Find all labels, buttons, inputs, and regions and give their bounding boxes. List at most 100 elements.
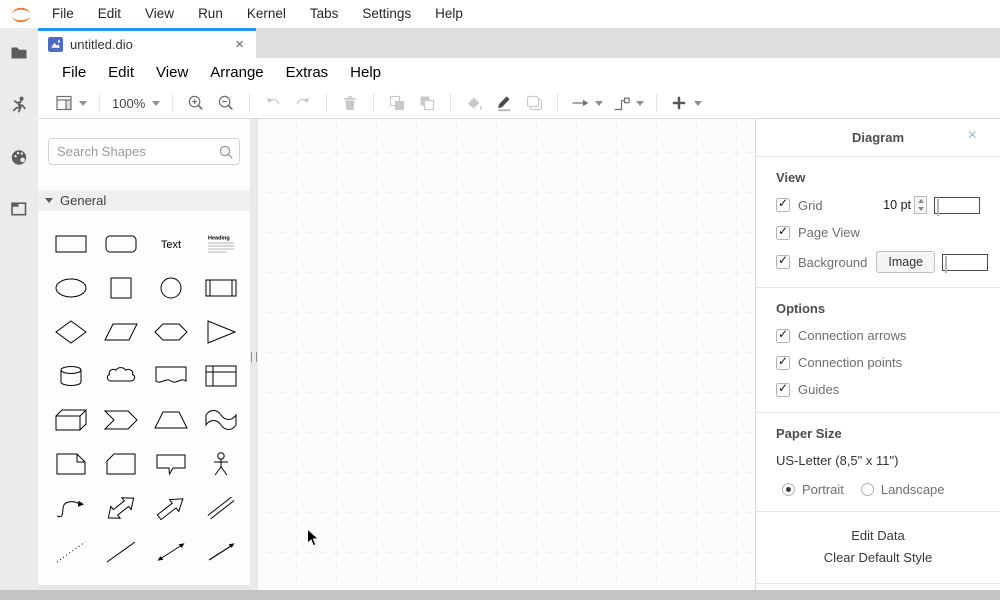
connection-arrows-checkbox[interactable] bbox=[776, 329, 790, 343]
section-header-general[interactable]: General bbox=[38, 190, 250, 211]
panel-resize-gutter[interactable] bbox=[250, 119, 258, 590]
shape-curve[interactable] bbox=[46, 486, 96, 530]
jupyter-menu-edit[interactable]: Edit bbox=[86, 0, 133, 28]
shape-line[interactable] bbox=[96, 530, 146, 574]
shape-textbox[interactable]: Heading bbox=[196, 222, 246, 266]
shape-arrow[interactable] bbox=[146, 486, 196, 530]
zoom-in-icon bbox=[186, 93, 206, 113]
shape-text[interactable]: Text bbox=[146, 222, 196, 266]
file-browser-icon[interactable] bbox=[9, 43, 29, 63]
jupyter-menu-file[interactable]: File bbox=[40, 0, 86, 28]
drawio-menu-edit[interactable]: Edit bbox=[97, 58, 145, 88]
redo-button[interactable] bbox=[292, 90, 314, 116]
delete-button[interactable] bbox=[339, 90, 361, 116]
tab-untitled-dio[interactable]: untitled.dio × bbox=[38, 28, 256, 58]
line-color-icon bbox=[494, 93, 514, 113]
shape-callout[interactable] bbox=[146, 442, 196, 486]
landscape-radio[interactable] bbox=[861, 483, 874, 496]
background-image-button[interactable]: Image bbox=[876, 251, 935, 273]
shape-triangle[interactable] bbox=[196, 310, 246, 354]
shape-diamond[interactable] bbox=[46, 310, 96, 354]
jupyter-menu-run[interactable]: Run bbox=[186, 0, 235, 28]
drawio-menu-help[interactable]: Help bbox=[339, 58, 392, 88]
textbox-shape-icon: Heading bbox=[204, 231, 238, 257]
waypoints-icon bbox=[611, 93, 631, 113]
connection-button[interactable] bbox=[570, 90, 603, 116]
shape-cloud[interactable] bbox=[96, 354, 146, 398]
shape-process[interactable] bbox=[196, 266, 246, 310]
shape-card[interactable] bbox=[96, 442, 146, 486]
undo-button[interactable] bbox=[262, 90, 284, 116]
shape-directional-connector[interactable] bbox=[196, 530, 246, 574]
view-heading: View bbox=[776, 170, 980, 186]
waypoints-button[interactable] bbox=[611, 90, 644, 116]
zoom-level-button[interactable]: 100% bbox=[112, 90, 160, 116]
shape-step[interactable] bbox=[96, 398, 146, 442]
shape-cube[interactable] bbox=[46, 398, 96, 442]
landscape-label: Landscape bbox=[881, 482, 945, 497]
tab-close-icon[interactable]: × bbox=[233, 37, 246, 52]
view-layout-button[interactable] bbox=[54, 90, 87, 116]
shape-link[interactable] bbox=[196, 486, 246, 530]
command-palette-icon[interactable] bbox=[9, 147, 29, 167]
jupyter-menu-kernel[interactable]: Kernel bbox=[235, 0, 298, 28]
search-shapes-input[interactable] bbox=[48, 138, 240, 165]
shape-note[interactable] bbox=[46, 442, 96, 486]
panel-actions: Edit Data Clear Default Style bbox=[756, 512, 1000, 584]
jupyter-menu-view[interactable]: View bbox=[133, 0, 186, 28]
grid-color-swatch[interactable] bbox=[934, 197, 980, 214]
zoom-out-button[interactable] bbox=[215, 90, 237, 116]
drawio-menu-view[interactable]: View bbox=[145, 58, 199, 88]
running-sessions-icon[interactable] bbox=[9, 95, 29, 115]
jupyter-menu-settings[interactable]: Settings bbox=[350, 0, 423, 28]
shape-rectangle[interactable] bbox=[46, 222, 96, 266]
stepper-up-button[interactable] bbox=[915, 197, 926, 205]
zoom-in-button[interactable] bbox=[185, 90, 207, 116]
shape-circle[interactable] bbox=[146, 266, 196, 310]
shape-hexagon[interactable] bbox=[146, 310, 196, 354]
shape-dashed-line[interactable] bbox=[46, 530, 96, 574]
shape-document[interactable] bbox=[146, 354, 196, 398]
svg-text:Text: Text bbox=[161, 239, 181, 251]
drawio-menu-file[interactable]: File bbox=[51, 58, 97, 88]
shape-bidirectional-connector[interactable] bbox=[146, 530, 196, 574]
shape-square[interactable] bbox=[96, 266, 146, 310]
background-checkbox[interactable] bbox=[776, 255, 790, 269]
shape-cylinder[interactable] bbox=[46, 354, 96, 398]
shadow-button[interactable] bbox=[523, 90, 545, 116]
drawio-menu-extras[interactable]: Extras bbox=[275, 58, 340, 88]
paper-size-value[interactable]: US-Letter (8,5" x 11") bbox=[776, 453, 980, 468]
page-view-checkbox[interactable] bbox=[776, 226, 790, 240]
shape-bidirectional-arrow[interactable] bbox=[96, 486, 146, 530]
shape-trapezoid[interactable] bbox=[146, 398, 196, 442]
shape-actor[interactable] bbox=[196, 442, 246, 486]
open-tabs-icon[interactable] bbox=[9, 199, 29, 219]
diagram-canvas[interactable] bbox=[258, 119, 755, 590]
format-panel-close-icon[interactable]: × bbox=[968, 128, 977, 144]
shape-parallelogram[interactable] bbox=[96, 310, 146, 354]
dropdown-caret-icon bbox=[636, 101, 644, 106]
rectangle-shape-icon bbox=[54, 231, 88, 257]
jupyter-menu-help[interactable]: Help bbox=[423, 0, 475, 28]
background-color-swatch[interactable] bbox=[942, 254, 988, 271]
to-front-button[interactable] bbox=[386, 90, 408, 116]
edit-data-link[interactable]: Edit Data bbox=[756, 528, 1000, 543]
resize-handle-icon[interactable] bbox=[251, 352, 257, 362]
shape-tape[interactable] bbox=[196, 398, 246, 442]
shape-ellipse[interactable] bbox=[46, 266, 96, 310]
shape-rounded-rectangle[interactable] bbox=[96, 222, 146, 266]
jupyter-menu-tabs[interactable]: Tabs bbox=[298, 0, 351, 28]
portrait-radio[interactable] bbox=[782, 483, 795, 496]
grid-checkbox[interactable] bbox=[776, 198, 790, 212]
fill-color-button[interactable] bbox=[463, 90, 485, 116]
drawio-editor: FileEditViewArrangeExtrasHelp 100% Gener… bbox=[38, 58, 1000, 590]
insert-button[interactable] bbox=[669, 90, 702, 116]
shape-internal-storage[interactable] bbox=[196, 354, 246, 398]
drawio-menu-arrange[interactable]: Arrange bbox=[199, 58, 274, 88]
line-color-button[interactable] bbox=[493, 90, 515, 116]
connection-points-checkbox[interactable] bbox=[776, 356, 790, 370]
guides-checkbox[interactable] bbox=[776, 383, 790, 397]
clear-default-style-link[interactable]: Clear Default Style bbox=[756, 550, 1000, 565]
to-back-button[interactable] bbox=[416, 90, 438, 116]
stepper-down-button[interactable] bbox=[915, 205, 926, 213]
